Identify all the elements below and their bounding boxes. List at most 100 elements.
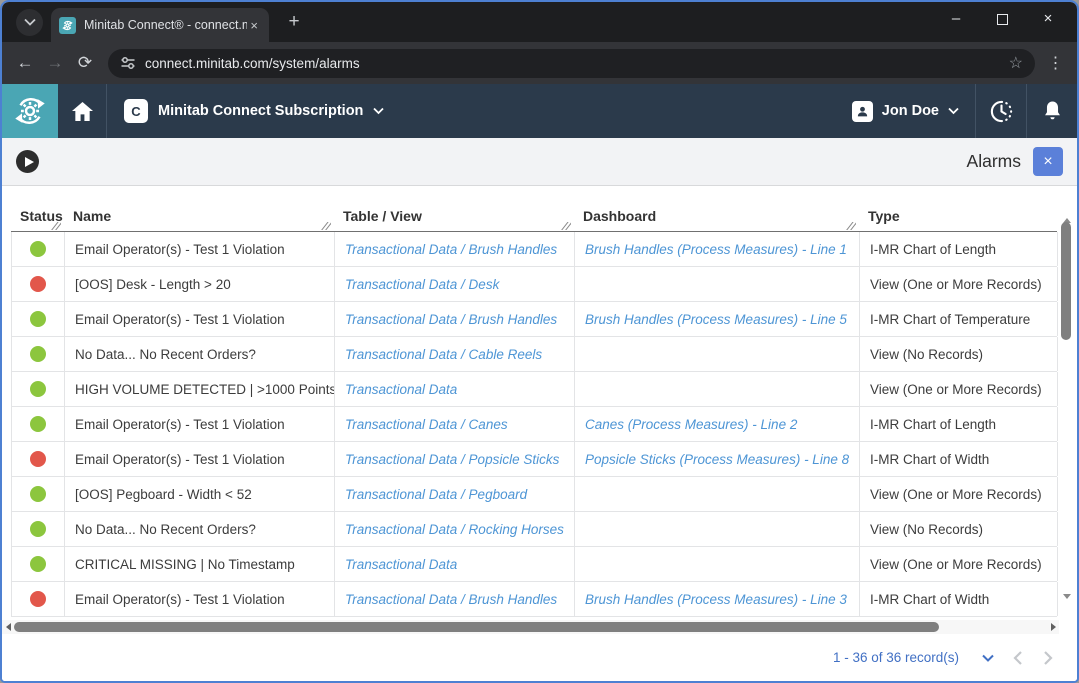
status-cell <box>12 512 65 546</box>
panel-header-bar: Alarms × <box>2 138 1077 186</box>
row-table-view-link[interactable]: Transactional Data / Brush Handles <box>335 232 575 266</box>
browser-window: Minitab Connect® - connect.mi × + – × ← … <box>0 0 1079 683</box>
url-text[interactable]: connect.minitab.com/system/alarms <box>145 56 1000 71</box>
row-table-view-link[interactable]: Transactional Data / Brush Handles <box>335 302 575 336</box>
row-table-view-link[interactable]: Transactional Data / Brush Handles <box>335 582 575 616</box>
table-row[interactable]: Email Operator(s) - Test 1 Violation Tra… <box>12 582 1057 617</box>
scroll-down-icon[interactable] <box>1063 599 1071 617</box>
subscription-label: Minitab Connect Subscription <box>158 103 363 119</box>
scroll-left-icon[interactable] <box>2 623 14 631</box>
row-table-view-link[interactable]: Transactional Data / Popsicle Sticks <box>335 442 575 476</box>
tab-search-button[interactable] <box>16 9 43 36</box>
row-table-view-link[interactable]: Transactional Data <box>335 547 575 581</box>
row-table-view-link[interactable]: Transactional Data / Desk <box>335 267 575 301</box>
close-icon: × <box>1043 153 1052 171</box>
column-resize-handle[interactable] <box>846 222 856 230</box>
column-header-type[interactable]: Type <box>859 201 1057 231</box>
column-header-status[interactable]: Status <box>11 201 64 231</box>
column-resize-handle[interactable] <box>51 222 61 230</box>
vertical-scrollbar[interactable] <box>1059 201 1074 617</box>
subscription-selector[interactable]: C Minitab Connect Subscription <box>107 84 401 138</box>
row-name: [OOS] Desk - Length > 20 <box>65 267 335 301</box>
chevron-down-icon <box>948 107 959 115</box>
row-table-view-link[interactable]: Transactional Data / Rocking Horses <box>335 512 575 546</box>
vertical-scroll-track[interactable] <box>1059 219 1074 599</box>
bookmark-star-icon[interactable]: ☆ <box>1009 53 1023 73</box>
status-dot <box>30 416 46 432</box>
browser-tab[interactable]: Minitab Connect® - connect.mi × <box>51 8 269 42</box>
forward-button[interactable]: → <box>40 53 70 73</box>
address-bar[interactable]: connect.minitab.com/system/alarms ☆ <box>108 49 1035 78</box>
column-resize-handle[interactable] <box>321 222 331 230</box>
previous-page-button[interactable] <box>1003 650 1033 666</box>
minimize-button[interactable]: – <box>933 2 979 36</box>
row-table-view-link[interactable]: Transactional Data / Canes <box>335 407 575 441</box>
row-dashboard-link[interactable] <box>575 372 860 406</box>
tab-close-icon[interactable]: × <box>247 18 261 33</box>
row-name: Email Operator(s) - Test 1 Violation <box>65 407 335 441</box>
table-row[interactable]: No Data... No Recent Orders? Transaction… <box>12 512 1057 547</box>
row-dashboard-link[interactable] <box>575 477 860 511</box>
back-button[interactable]: ← <box>10 53 40 73</box>
status-dot <box>30 521 46 537</box>
new-tab-button[interactable]: + <box>281 11 307 33</box>
column-header-name[interactable]: Name <box>64 201 334 231</box>
home-icon <box>71 101 94 122</box>
clock-icon <box>989 99 1014 124</box>
home-button[interactable] <box>58 84 106 138</box>
table-row[interactable]: Email Operator(s) - Test 1 Violation Tra… <box>12 442 1057 477</box>
chevron-left-icon <box>1012 650 1024 666</box>
row-dashboard-link[interactable] <box>575 267 860 301</box>
maximize-button[interactable] <box>979 2 1025 36</box>
row-dashboard-link[interactable]: Brush Handles (Process Measures) - Line … <box>575 232 860 266</box>
user-menu[interactable]: Jon Doe <box>836 84 975 138</box>
row-name: [OOS] Pegboard - Width < 52 <box>65 477 335 511</box>
column-header-table-view[interactable]: Table / View <box>334 201 574 231</box>
status-cell <box>12 442 65 476</box>
row-dashboard-link[interactable]: Brush Handles (Process Measures) - Line … <box>575 302 860 336</box>
row-table-view-link[interactable]: Transactional Data / Cable Reels <box>335 337 575 371</box>
record-count: 1 - 36 of 36 record(s) <box>833 650 959 665</box>
table-row[interactable]: Email Operator(s) - Test 1 Violation Tra… <box>12 302 1057 337</box>
status-cell <box>12 407 65 441</box>
browser-menu-icon[interactable]: ⋮ <box>1043 53 1069 73</box>
table-row[interactable]: CRITICAL MISSING | No Timestamp Transact… <box>12 547 1057 582</box>
schedule-button[interactable] <box>976 84 1026 138</box>
table-row[interactable]: [OOS] Pegboard - Width < 52 Transactiona… <box>12 477 1057 512</box>
next-page-button[interactable] <box>1033 650 1063 666</box>
row-table-view-link[interactable]: Transactional Data / Pegboard <box>335 477 575 511</box>
scroll-right-icon[interactable] <box>1047 623 1059 631</box>
site-settings-icon[interactable] <box>120 55 136 71</box>
table-row[interactable]: HIGH VOLUME DETECTED | >1000 Points Tran… <box>12 372 1057 407</box>
table-row[interactable]: Email Operator(s) - Test 1 Violation Tra… <box>12 407 1057 442</box>
expand-panel-button[interactable] <box>16 150 39 173</box>
vertical-scroll-thumb[interactable] <box>1061 222 1071 340</box>
navbar-spacer <box>401 84 835 138</box>
table-row[interactable]: Email Operator(s) - Test 1 Violation Tra… <box>12 232 1057 267</box>
table-row[interactable]: [OOS] Desk - Length > 20 Transactional D… <box>12 267 1057 302</box>
table-row[interactable]: No Data... No Recent Orders? Transaction… <box>12 337 1057 372</box>
row-table-view-link[interactable]: Transactional Data <box>335 372 575 406</box>
minitab-connect-logo[interactable] <box>2 84 58 138</box>
reload-button[interactable]: ⟳ <box>70 53 100 73</box>
panel-close-button[interactable]: × <box>1033 147 1063 176</box>
column-resize-handle[interactable] <box>561 222 571 230</box>
row-dashboard-link[interactable] <box>575 337 860 371</box>
row-dashboard-link[interactable]: Canes (Process Measures) - Line 2 <box>575 407 860 441</box>
row-dashboard-link[interactable]: Popsicle Sticks (Process Measures) - Lin… <box>575 442 860 476</box>
horizontal-scroll-track[interactable] <box>14 620 1047 634</box>
row-type: I-MR Chart of Temperature <box>860 302 1058 336</box>
status-dot <box>30 556 46 572</box>
horizontal-scrollbar[interactable] <box>2 620 1059 634</box>
row-dashboard-link[interactable] <box>575 547 860 581</box>
horizontal-scroll-thumb[interactable] <box>14 622 939 632</box>
scroll-up-icon[interactable] <box>1063 201 1071 219</box>
row-name: Email Operator(s) - Test 1 Violation <box>65 232 335 266</box>
row-dashboard-link[interactable]: Brush Handles (Process Measures) - Line … <box>575 582 860 616</box>
status-dot <box>30 346 46 362</box>
notifications-button[interactable] <box>1027 84 1077 138</box>
column-header-dashboard[interactable]: Dashboard <box>574 201 859 231</box>
page-size-dropdown[interactable] <box>973 652 1003 664</box>
row-dashboard-link[interactable] <box>575 512 860 546</box>
window-close-button[interactable]: × <box>1025 2 1071 36</box>
